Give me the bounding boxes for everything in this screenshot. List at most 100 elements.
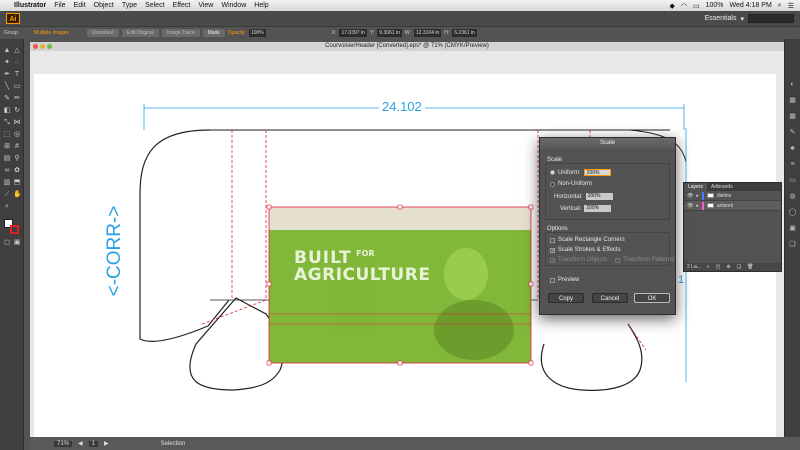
gradient-panel-icon[interactable]: ▭ — [788, 177, 797, 185]
layer-name[interactable]: dieline — [717, 193, 731, 199]
magic-wand-icon[interactable]: ✦ — [3, 59, 11, 67]
transform-objects-checkbox[interactable]: ✓ — [550, 257, 555, 263]
maximize-icon[interactable] — [47, 44, 52, 49]
graphic-styles-icon[interactable]: ▣ — [788, 225, 797, 233]
rectangle-tool-icon[interactable]: ▭ — [13, 83, 21, 91]
w-field[interactable]: 12.3104 in — [413, 29, 442, 37]
ok-button[interactable]: OK — [634, 293, 670, 303]
transform-patterns-checkbox[interactable] — [615, 257, 621, 263]
type-tool-icon[interactable]: T — [13, 71, 21, 79]
paintbrush-icon[interactable]: ✎ — [3, 95, 11, 103]
menu-help[interactable]: Help — [254, 2, 268, 9]
expand-arrow-icon[interactable]: ▸ — [696, 193, 699, 199]
brushes-panel-icon[interactable]: ✎ — [788, 129, 797, 137]
h-field[interactable]: 6.2361 in — [452, 29, 477, 37]
free-transform-icon[interactable]: ⬚ — [3, 131, 11, 139]
prev-artboard-icon[interactable]: ◀ — [78, 440, 83, 447]
image-trace-button[interactable]: Image Trace — [161, 29, 200, 37]
spotlight-icon[interactable]: ⌕ — [778, 2, 782, 10]
layer-row-artwork[interactable]: 👁 ▸ artwork — [684, 201, 781, 211]
menu-view[interactable]: View — [198, 2, 213, 9]
blend-tool-icon[interactable]: ∞ — [3, 167, 11, 175]
menu-window[interactable]: Window — [221, 2, 246, 9]
locate-object-icon[interactable]: ⌕ — [707, 264, 710, 270]
close-icon[interactable] — [33, 44, 38, 49]
layer-row-dieline[interactable]: 👁 ▸ dieline — [684, 191, 781, 201]
menu-edit[interactable]: Edit — [74, 2, 86, 9]
menu-select[interactable]: Select — [145, 2, 164, 9]
rotate-tool-icon[interactable]: ↻ — [13, 107, 21, 115]
y-field[interactable]: 9.3061 in — [377, 29, 402, 37]
eye-icon[interactable]: 👁 — [687, 203, 693, 209]
new-layer-icon[interactable]: ❏ — [737, 264, 741, 270]
symbol-sprayer-icon[interactable]: ✿ — [13, 167, 21, 175]
zoom-field[interactable]: 71% — [54, 440, 73, 447]
screen-mode-icon[interactable]: ▣ — [13, 239, 21, 247]
opacity-label[interactable]: Opacity: — [228, 30, 246, 36]
notification-center-icon[interactable]: ☰ — [788, 2, 794, 10]
perspective-grid-icon[interactable]: ⊞ — [3, 143, 11, 151]
layer-name[interactable]: artwork — [717, 203, 733, 209]
clock[interactable]: Wed 4:18 PM — [730, 2, 772, 9]
pencil-icon[interactable]: ✏ — [13, 95, 21, 103]
delete-layer-icon[interactable]: 🗑 — [747, 264, 753, 270]
transparency-panel-icon[interactable]: ◍ — [788, 193, 797, 201]
slice-tool-icon[interactable]: ⟋ — [3, 191, 11, 199]
workspace-switcher[interactable]: Essentials ▾ — [705, 14, 794, 23]
scale-tool-icon[interactable]: ⤡ — [3, 119, 11, 127]
uniform-field[interactable]: 200% — [583, 169, 611, 176]
dropbox-icon[interactable]: ◆ — [669, 2, 674, 10]
artboard-tool-icon[interactable]: ⬒ — [13, 179, 21, 187]
scale-corners-checkbox[interactable] — [550, 237, 555, 243]
appearance-panel-icon[interactable]: ◯ — [788, 209, 797, 217]
edit-original-button[interactable]: Edit Original — [121, 29, 159, 37]
mesh-tool-icon[interactable]: # — [13, 143, 21, 151]
tab-layers[interactable]: Layers — [684, 183, 708, 191]
gradient-tool-icon[interactable]: ▤ — [3, 155, 11, 163]
hand-tool-icon[interactable]: ✋ — [13, 191, 22, 199]
x-field[interactable]: 17.0397 in — [339, 29, 367, 37]
eraser-icon[interactable]: ◧ — [3, 107, 11, 115]
document-tab[interactable]: CourvoisierHeader [Converted].eps* @ 71%… — [30, 42, 784, 51]
width-tool-icon[interactable]: ⋈ — [13, 119, 21, 127]
symbols-panel-icon[interactable]: ♣ — [788, 145, 797, 153]
menu-file[interactable]: File — [54, 2, 65, 9]
expand-arrow-icon[interactable]: ▸ — [696, 203, 699, 209]
menu-effect[interactable]: Effect — [173, 2, 191, 9]
minimize-icon[interactable] — [40, 44, 45, 49]
help-search-input[interactable] — [748, 14, 794, 23]
swatches-panel-icon[interactable]: ▦ — [788, 113, 797, 121]
uniform-radio[interactable] — [550, 170, 555, 175]
status-mode[interactable]: Selection — [161, 441, 186, 447]
artboard-field[interactable]: 1 — [88, 440, 98, 447]
horizontal-field[interactable]: 200% — [585, 193, 613, 200]
eye-icon[interactable]: 👁 — [687, 193, 693, 199]
multiple-images-link[interactable]: Multiple Images — [34, 30, 69, 36]
cancel-button[interactable]: Cancel — [592, 293, 628, 303]
tab-artboards[interactable]: Artboards — [707, 183, 737, 191]
shape-builder-icon[interactable]: ◎ — [13, 131, 21, 139]
workspace-label[interactable]: Essentials — [705, 15, 737, 22]
selection-tool-icon[interactable]: ▲ — [3, 47, 11, 55]
stroke-panel-icon[interactable]: ≡ — [788, 161, 797, 169]
menu-object[interactable]: Object — [94, 2, 114, 9]
stroke-color-swatch[interactable] — [10, 225, 19, 234]
layers-panel-icon[interactable]: ❏ — [788, 241, 797, 249]
menu-type[interactable]: Type — [122, 2, 137, 9]
color-panel-icon[interactable]: ◐ — [788, 81, 797, 89]
vertical-field[interactable]: 200% — [584, 205, 612, 212]
draw-normal-icon[interactable]: ◻ — [3, 239, 11, 247]
wifi-icon[interactable]: ◠ — [681, 2, 687, 10]
unembed-button[interactable]: Unembed — [86, 29, 119, 37]
new-sublayer-icon[interactable]: ⊕ — [726, 264, 730, 270]
non-uniform-radio[interactable] — [550, 181, 555, 187]
opacity-field[interactable]: 100% — [248, 29, 266, 37]
scale-strokes-checkbox[interactable]: ✓ — [550, 247, 555, 253]
line-tool-icon[interactable]: ╲ — [3, 83, 11, 91]
mask-button[interactable]: Mask — [202, 29, 225, 37]
zoom-tool-icon[interactable]: ⌕ — [3, 203, 11, 211]
lasso-icon[interactable]: ◌ — [13, 59, 21, 67]
menu-app[interactable]: Illustrator — [14, 2, 46, 9]
next-artboard-icon[interactable]: ▶ — [104, 440, 109, 447]
direct-selection-tool-icon[interactable]: △ — [13, 47, 21, 55]
